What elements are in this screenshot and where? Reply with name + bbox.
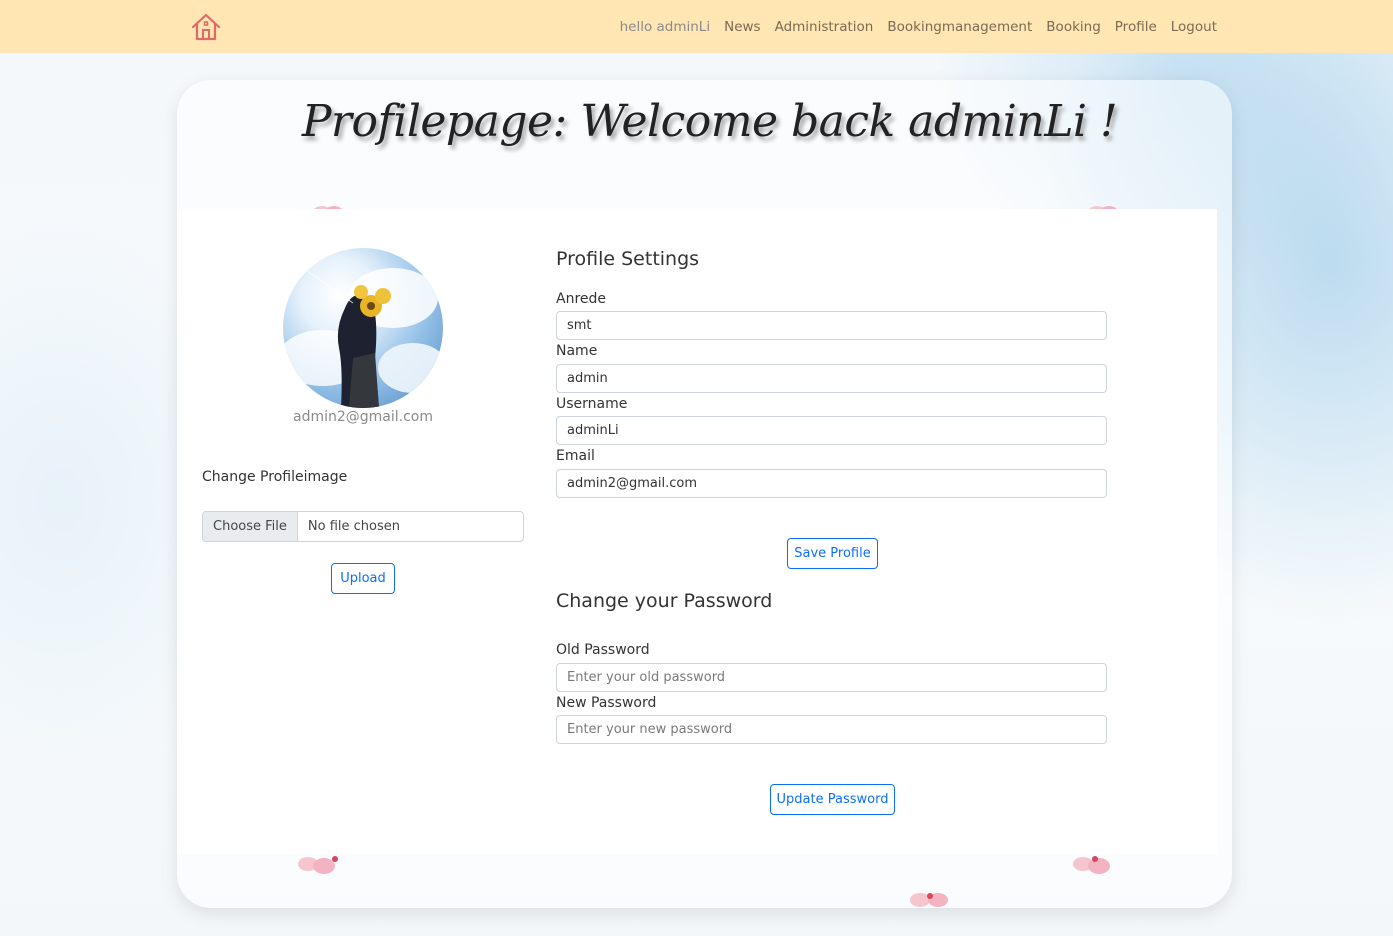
anrede-input[interactable]: smt (556, 311, 1107, 340)
file-status: No file chosen (307, 519, 400, 534)
upload-button[interactable]: Upload (331, 563, 395, 594)
blossom-decoration-icon (1073, 856, 1110, 874)
nav-link-bookingmanagement[interactable]: Bookingmanagement (887, 19, 1032, 35)
old-password-label: Old Password (556, 642, 650, 658)
change-password-title: Change your Password (556, 590, 773, 612)
old-password-input[interactable]: Enter your old password (556, 663, 1107, 692)
new-password-label: New Password (556, 695, 657, 711)
nav-link-administration[interactable]: Administration (775, 19, 874, 35)
nav-links: hello adminLi News Administration Bookin… (620, 0, 1217, 53)
profile-card: Profilepage: Welcome back adminLi ! admi… (177, 80, 1232, 908)
name-label: Name (556, 343, 598, 359)
navbar: hello adminLi News Administration Bookin… (0, 0, 1393, 53)
blossom-decoration-icon (298, 856, 338, 874)
name-input[interactable]: admin (556, 364, 1107, 393)
nav-link-profile[interactable]: Profile (1115, 19, 1157, 35)
profile-settings-title: Profile Settings (556, 248, 700, 270)
page-title: Profilepage: Welcome back adminLi ! (301, 96, 1118, 147)
avatar-email: admin2@gmail.com (292, 409, 433, 425)
nav-greeting: hello adminLi (619, 18, 711, 35)
anrede-label: Anrede (556, 291, 607, 307)
profile-panel: admin2@gmail.com Change Profileimage Cho… (177, 209, 1217, 854)
choose-file-button[interactable]: Choose File (203, 512, 298, 541)
blossom-decoration-icon (910, 893, 948, 907)
update-password-button[interactable]: Update Password (770, 784, 895, 815)
avatar-image-icon (283, 267, 443, 408)
email-label: Email (556, 448, 595, 464)
nav-link-logout[interactable]: Logout (1171, 19, 1217, 35)
home-icon[interactable] (190, 12, 222, 42)
username-input[interactable]: adminLi (556, 416, 1107, 445)
nav-link-news[interactable]: News (724, 19, 760, 35)
avatar (283, 248, 443, 408)
profileimage-file-input[interactable]: Choose File No file chosen (202, 511, 524, 542)
email-input[interactable]: admin2@gmail.com (556, 469, 1107, 498)
save-profile-button[interactable]: Save Profile (787, 538, 878, 569)
change-profileimage-label: Change Profileimage (202, 469, 348, 485)
username-label: Username (556, 396, 628, 412)
new-password-input[interactable]: Enter your new password (556, 715, 1107, 744)
nav-link-booking[interactable]: Booking (1046, 19, 1100, 35)
